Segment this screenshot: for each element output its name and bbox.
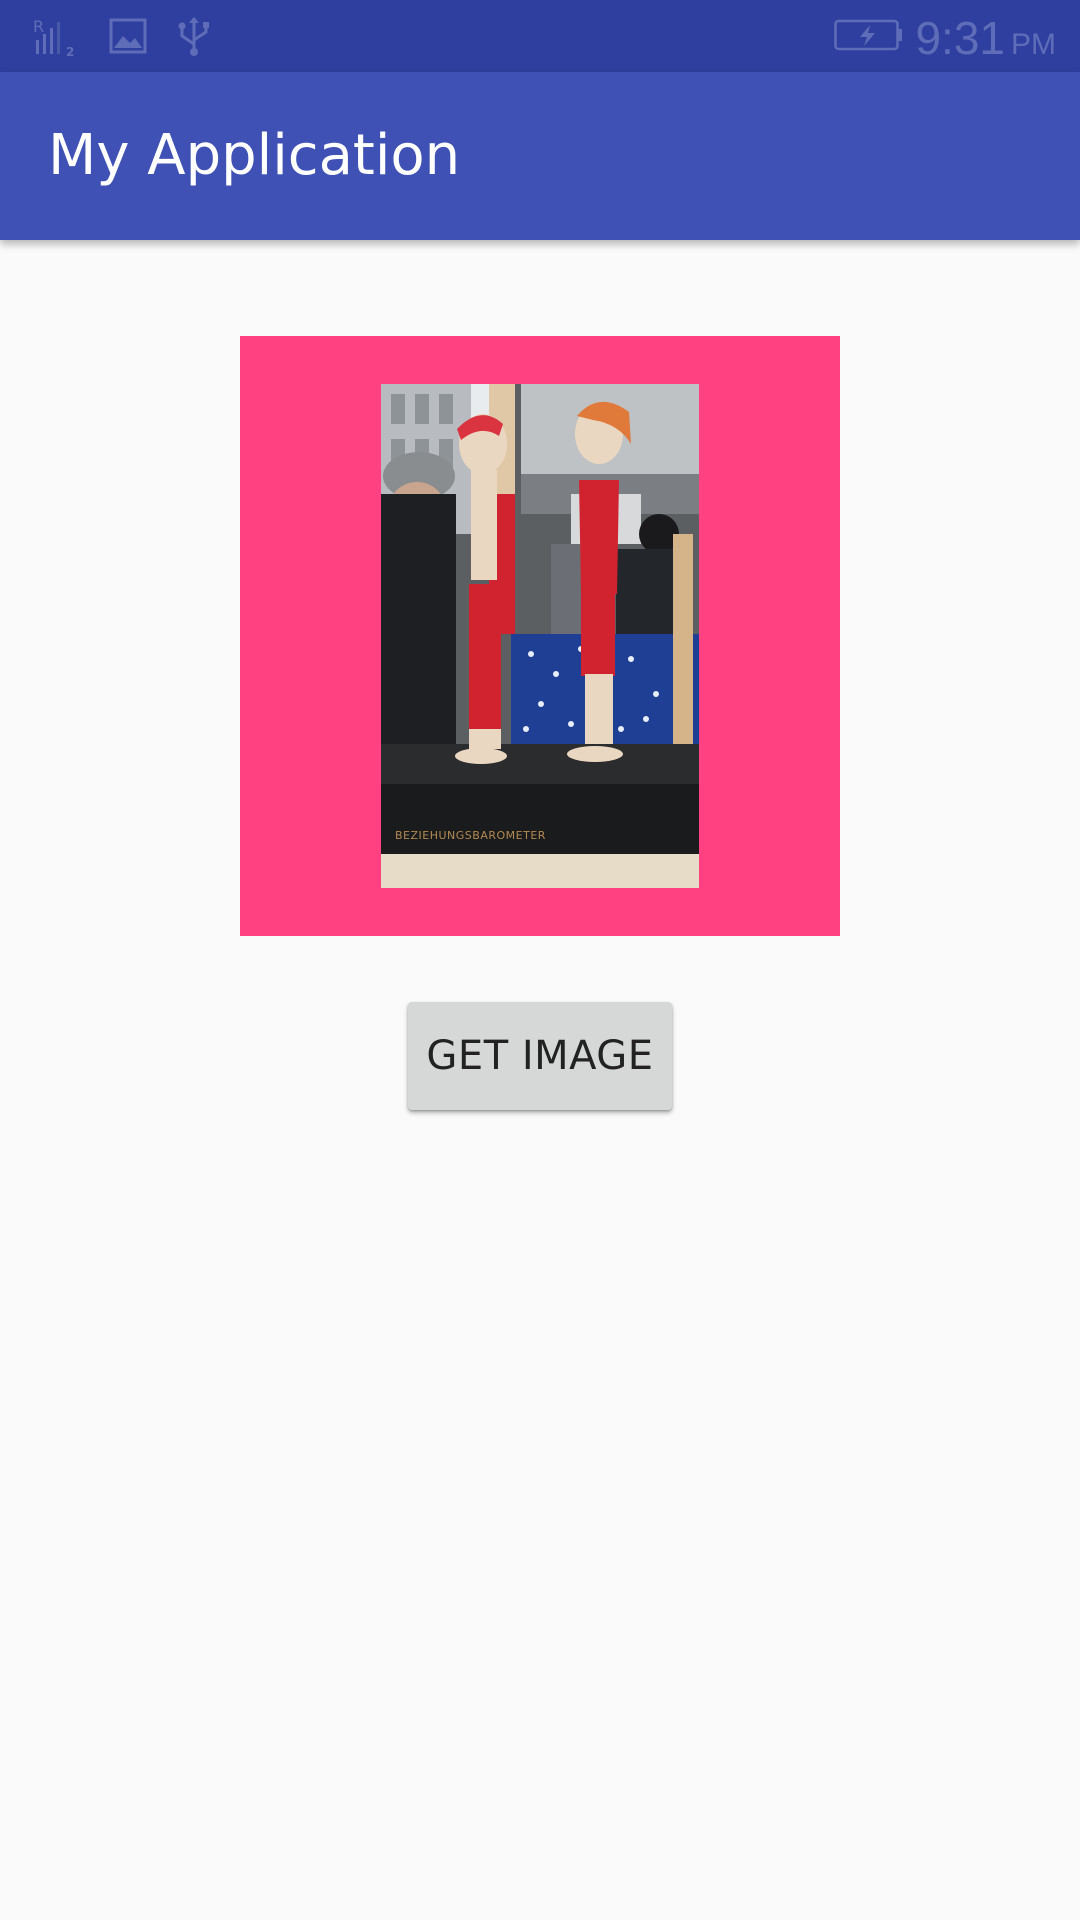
- app-title: My Application: [48, 123, 461, 188]
- image-frame: BEZIEHUNGSBAROMETER: [240, 336, 840, 936]
- usb-icon: [178, 17, 209, 56]
- status-bar-clock: 9:31 PM: [915, 10, 1056, 66]
- battery-charging-icon: [834, 19, 902, 51]
- app-bar: My Application: [0, 72, 1080, 240]
- photo-figurines-image: BEZIEHUNGSBAROMETER: [381, 384, 699, 888]
- status-bar: R 2 9:31 PM: [0, 0, 1080, 72]
- signal-sim-label: 2: [66, 45, 74, 58]
- clock-time: 9:31: [915, 12, 1005, 64]
- photo-caption-text: BEZIEHUNGSBAROMETER: [395, 829, 546, 842]
- get-image-button[interactable]: GET IMAGE: [408, 1002, 672, 1110]
- signal-icon: R 2: [33, 17, 74, 58]
- image-notification-icon: [109, 18, 147, 54]
- selected-photo: BEZIEHUNGSBAROMETER: [381, 384, 699, 888]
- svg-text:R: R: [33, 17, 44, 36]
- clock-ampm: PM: [1011, 28, 1056, 61]
